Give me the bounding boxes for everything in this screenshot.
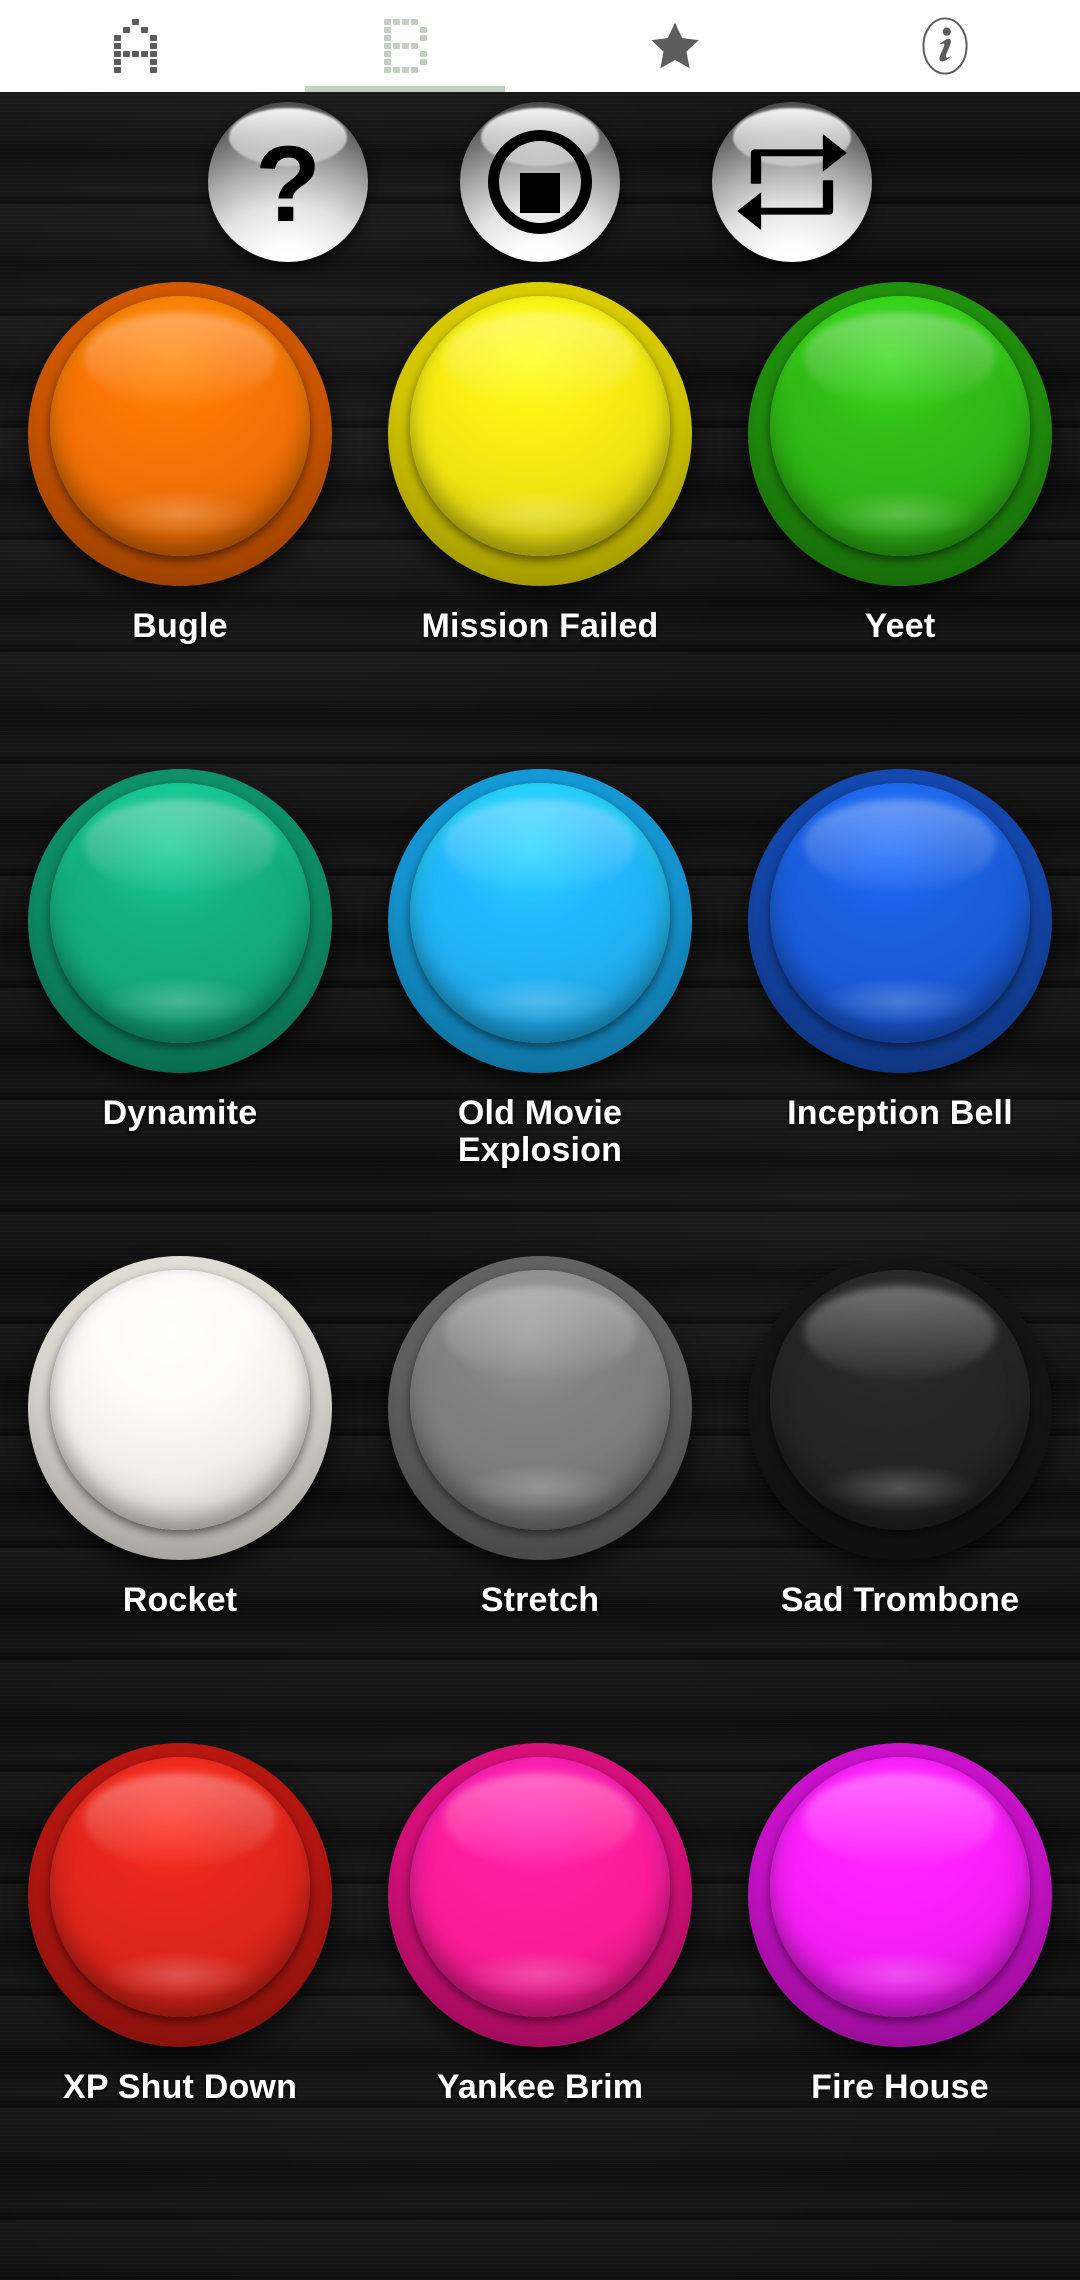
arcade-button[interactable] [748, 1256, 1052, 1560]
tab-info[interactable] [810, 0, 1080, 92]
tab-a[interactable] [0, 0, 270, 92]
sound-cell[interactable]: Rocket [0, 1256, 360, 1743]
sound-label: Dynamite [102, 1094, 258, 1132]
sound-label: Yeet [864, 607, 936, 645]
arcade-button[interactable] [748, 282, 1052, 586]
arcade-cap [50, 296, 310, 556]
arcade-cap [50, 1270, 310, 1530]
sound-cell[interactable]: Yankee Brim [360, 1743, 720, 2230]
soundboard-app: ? Bugle Mission Failed Yeet Dynamite Old… [0, 0, 1080, 2280]
arcade-cap [770, 783, 1030, 1043]
arcade-button[interactable] [388, 282, 692, 586]
sound-label: Inception Bell [787, 1094, 1013, 1132]
arcade-button[interactable] [388, 769, 692, 1073]
question-mark-icon: ? [255, 123, 321, 244]
arcade-button[interactable] [748, 1743, 1052, 2047]
sound-label: XP Shut Down [62, 2068, 298, 2106]
sound-cell[interactable]: Old Movie Explosion [360, 769, 720, 1256]
arcade-button[interactable] [28, 282, 332, 586]
sound-cell[interactable]: Mission Failed [360, 282, 720, 769]
arcade-cap [50, 1757, 310, 2017]
sound-label: Old Movie Explosion [457, 1094, 623, 1169]
sound-cell[interactable]: Fire House [720, 1743, 1080, 2230]
arcade-cap [410, 1757, 670, 2017]
sound-cell[interactable]: Sad Trombone [720, 1256, 1080, 1743]
arcade-cap [410, 783, 670, 1043]
arcade-cap [410, 296, 670, 556]
arcade-cap [410, 1270, 670, 1530]
arcade-cap [50, 783, 310, 1043]
sound-cell[interactable]: Yeet [720, 282, 1080, 769]
loop-button[interactable] [712, 102, 872, 262]
sound-label: Stretch [480, 1581, 600, 1619]
sound-grid: Bugle Mission Failed Yeet Dynamite Old M… [0, 282, 1080, 2230]
arcade-cap [770, 1270, 1030, 1530]
sound-cell[interactable]: Dynamite [0, 769, 360, 1256]
arcade-button[interactable] [748, 769, 1052, 1073]
transport-controls: ? [0, 102, 1080, 302]
pixel-letter-b-icon [383, 19, 427, 73]
sound-cell[interactable]: Inception Bell [720, 769, 1080, 1256]
pixel-letter-a-icon [113, 19, 157, 73]
arcade-button[interactable] [388, 1256, 692, 1560]
arcade-button[interactable] [388, 1743, 692, 2047]
sound-label: Mission Failed [421, 607, 659, 645]
tab-bar [0, 0, 1080, 92]
sound-label: Rocket [122, 1581, 238, 1619]
sound-label: Fire House [811, 2068, 989, 2106]
arcade-cap [770, 1757, 1030, 2017]
random-button[interactable]: ? [208, 102, 368, 262]
sound-cell[interactable]: Bugle [0, 282, 360, 769]
star-icon [651, 22, 699, 69]
arcade-cap [770, 296, 1030, 556]
arcade-button[interactable] [28, 769, 332, 1073]
arcade-button[interactable] [28, 1743, 332, 2047]
stop-button[interactable] [460, 102, 620, 262]
tab-favorites[interactable] [540, 0, 810, 92]
sound-label: Sad Trombone [780, 1581, 1020, 1619]
info-icon [922, 17, 968, 75]
sound-cell[interactable]: XP Shut Down [0, 1743, 360, 2230]
sound-cell[interactable]: Stretch [360, 1256, 720, 1743]
tab-b[interactable] [270, 0, 540, 92]
repeat-icon [737, 134, 847, 230]
stop-icon [488, 130, 592, 234]
tab-selection-indicator [305, 86, 505, 92]
soundboard-panel: ? Bugle Mission Failed Yeet Dynamite Old… [0, 92, 1080, 2280]
sound-label: Yankee Brim [436, 2068, 644, 2106]
sound-label: Bugle [132, 607, 228, 645]
arcade-button[interactable] [28, 1256, 332, 1560]
